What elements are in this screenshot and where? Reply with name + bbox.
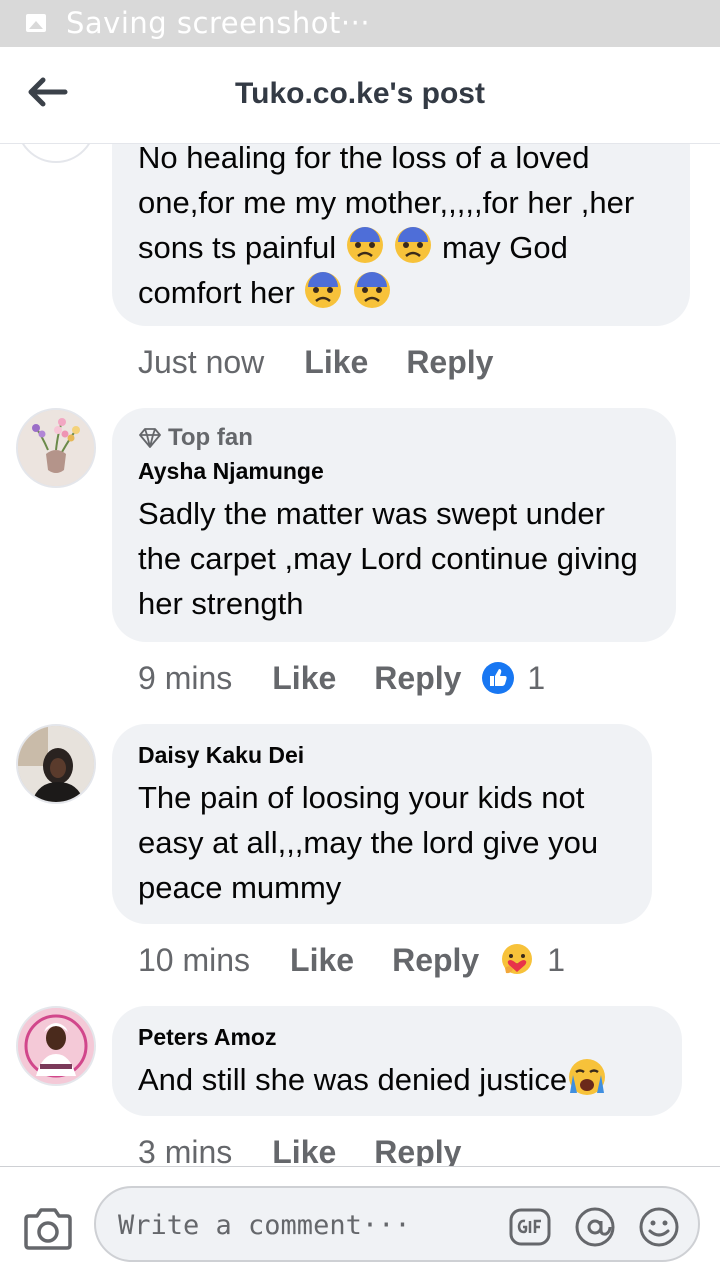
crying-face-emoji-icon [569,1059,606,1095]
comment-author[interactable]: Peters Amoz [138,1024,656,1051]
like-button[interactable]: Like [272,1134,336,1167]
comment-bubble[interactable]: Top fan Aysha Njamunge Sadly the matter … [112,408,676,642]
like-button[interactable]: Like [290,942,354,979]
comment-bubble[interactable]: Daisy Kaku Dei The pain of loosing your … [112,724,652,924]
comment-input-container [94,1186,700,1262]
anxious-face-emoji-icon [346,227,383,263]
reaction-summary[interactable]: 1 [499,942,565,979]
comment-actions: 3 mins Like Reply [138,1132,499,1167]
top-fan-label: Top fan [168,424,253,451]
avatar[interactable] [16,408,96,488]
comment-bubble[interactable]: No healing for the loss of a loved one,f… [112,143,690,326]
person-avatar-image [18,726,94,802]
anxious-face-emoji-icon [305,272,342,308]
flowers-avatar-image [18,410,94,486]
comment-composer-bar [0,1166,720,1281]
status-text: Saving screenshot··· [66,6,371,40]
comment-input[interactable] [116,1202,500,1248]
comment-actions: 10 mins Like Reply 1 [138,940,565,980]
post-header: Tuko.co.ke's post [0,47,720,144]
gif-icon[interactable] [508,1205,552,1249]
anxious-face-emoji-icon [354,272,391,308]
like-button[interactable]: Like [304,344,368,381]
comment-author[interactable]: Daisy Kaku Dei [138,742,626,769]
comment-timestamp: 10 mins [138,941,251,978]
reply-button[interactable]: Reply [374,1134,461,1167]
avatar[interactable] [16,143,96,163]
avatar[interactable] [16,1006,96,1086]
comment-bubble[interactable]: Peters Amoz And still she was denied jus… [112,1006,682,1116]
diamond-icon [139,428,161,448]
emoji-icon[interactable] [637,1205,681,1249]
reaction-count: 1 [527,659,546,696]
comment-timestamp: Just now [138,343,265,380]
comment-text: The pain of loosing your kids not easy a… [138,780,599,905]
person-avatar-image [18,1008,94,1084]
reaction-summary[interactable]: 1 [481,660,545,697]
reaction-count: 1 [547,941,566,978]
comment-actions: 9 mins Like Reply 1 [138,658,545,698]
comment-text: And still she was denied justice [138,1057,656,1102]
mention-icon[interactable] [573,1205,617,1249]
camera-icon[interactable] [22,1207,74,1251]
comment-text: Sadly the matter was swept under the car… [138,496,638,621]
anxious-face-emoji-icon [395,227,432,263]
comment-timestamp: 3 mins [138,1133,233,1167]
comment-actions: Just now Like Reply [138,342,531,382]
reply-button[interactable]: Reply [406,344,493,381]
image-icon [26,14,46,32]
like-reaction-icon [482,662,515,694]
comment-author[interactable]: Aysha Njamunge [138,458,650,485]
reply-button[interactable]: Reply [374,660,461,697]
comment-text: No healing for the loss of a loved one,f… [138,143,635,310]
like-button[interactable]: Like [272,660,336,697]
avatar[interactable] [16,724,96,804]
top-fan-badge: Top fan [138,424,650,452]
status-bar: Saving screenshot··· [0,0,720,47]
care-reaction-icon [502,944,533,974]
comment-timestamp: 9 mins [138,659,233,696]
comment-feed[interactable]: No healing for the loss of a loved one,f… [0,143,720,1166]
page-title: Tuko.co.ke's post [235,77,485,110]
reply-button[interactable]: Reply [392,942,479,979]
